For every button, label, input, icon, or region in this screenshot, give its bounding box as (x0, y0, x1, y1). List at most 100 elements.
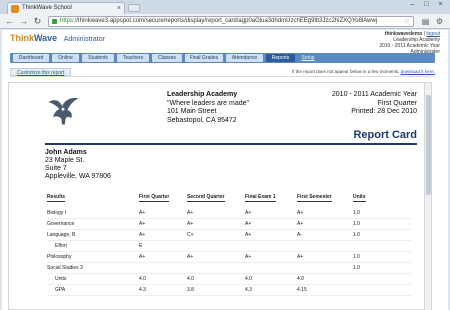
wrench-icon[interactable]: ⚙ (434, 16, 445, 27)
term-quarter: First Quarter (377, 99, 417, 107)
star-icon[interactable]: ☆ (404, 17, 410, 26)
user-info: thinkwavedemo | logout Leadership Academ… (379, 31, 440, 55)
grade-cell-exam: A+ (245, 232, 252, 238)
nav-teachers[interactable]: Teachers (117, 54, 149, 62)
customize-report-button[interactable]: Customize this report (10, 68, 72, 76)
col-first-quarter: First Quarter (139, 194, 170, 202)
grade-cell-exam: A+ (245, 221, 252, 227)
grade-cell-sem: A+ (297, 210, 304, 216)
grade-cell-sem: 4.15 (297, 287, 307, 293)
grade-cell-q2: A+ (187, 221, 194, 227)
grade-cell-units: 1.0 (353, 232, 360, 238)
col-final-exam: Final Exam 1 (245, 194, 276, 202)
nav-setup[interactable]: Setup (298, 54, 318, 62)
title-divider (45, 143, 417, 145)
main-nav: Dashboard Online Students Teachers Class… (10, 53, 435, 63)
tab-close-icon[interactable]: × (117, 3, 121, 14)
grade-cell-exam: 4.0 (245, 276, 252, 282)
col-results: Results (47, 194, 66, 202)
row-label: Biology I (47, 210, 67, 216)
lock-icon (52, 19, 57, 24)
student-address-line1: 23 Maple St. (45, 157, 85, 164)
download-link[interactable]: download it here. (401, 69, 435, 74)
table-row: Biology I A+ A+ A+ A+ 1.0 (47, 208, 411, 219)
printed-date: Printed: 28 Dec 2010 (351, 108, 417, 115)
maximize-icon[interactable]: □ (420, 0, 433, 10)
grade-cell-q2: 4.0 (187, 276, 194, 282)
grade-cell-units: 1.0 (353, 265, 360, 271)
grade-cell-q1: A+ (139, 221, 146, 227)
table-row: Units 4.0 4.0 4.0 4.0 (47, 274, 411, 285)
table-row: Effort E (47, 241, 411, 252)
logo-think: Think (10, 33, 34, 43)
web-page: ThinkWave Administrator thinkwavedemo | … (2, 30, 448, 310)
row-label: Units (55, 276, 67, 282)
student-address-line2: Suite 7 (45, 165, 67, 172)
tab-title: ThinkWave School (22, 5, 72, 11)
grade-cell-q1: A+ (139, 254, 146, 260)
grade-cell-units: 1.0 (353, 210, 360, 216)
nav-reports[interactable]: Reports (266, 54, 295, 62)
col-units: Units (353, 194, 366, 202)
report-toolbar: Customize this report If the report does… (10, 68, 435, 77)
school-name: Leadership Academy (167, 91, 238, 98)
page-menu-icon[interactable]: ▤ (420, 16, 431, 27)
grade-cell-q1: A+ (139, 232, 146, 238)
row-label: Social Studies 3 (47, 265, 83, 271)
reload-icon[interactable]: ↻ (32, 16, 43, 27)
grade-cell-exam: 4.3 (245, 287, 252, 293)
minimize-icon[interactable]: – (406, 0, 419, 10)
grade-cell-sem: 4.0 (297, 276, 304, 282)
grade-cell-sem: A+ (297, 254, 304, 260)
app-header: ThinkWave Administrator thinkwavedemo | … (2, 30, 448, 55)
back-arrow-icon[interactable]: ← (4, 16, 15, 27)
report-scrollbar[interactable] (424, 83, 431, 310)
col-second-quarter: Second Quarter (187, 194, 225, 202)
browser-tab[interactable]: ThinkWave School × (7, 2, 125, 14)
nav-online[interactable]: Online (52, 54, 79, 62)
grades-header-row: Results First Quarter Second Quarter Fin… (47, 194, 411, 203)
nav-classes[interactable]: Classes (152, 54, 182, 62)
notice-text: If the report does not appear below in a… (291, 69, 401, 74)
browser-window: ThinkWave School × – □ × ← → ↻ https://t… (0, 0, 450, 310)
browser-toolbar: ← → ↻ https://thinkwave3.appspot.com/sec… (0, 14, 450, 29)
nav-attendance[interactable]: Attendance (226, 54, 263, 62)
grades-table: Results First Quarter Second Quarter Fin… (47, 194, 411, 296)
grade-cell-q2: 3.8 (187, 287, 194, 293)
school-info: Leadership Academy "Where leaders are ma… (167, 91, 249, 125)
row-label: GPA (55, 287, 66, 293)
grade-cell-exam: A+ (245, 254, 252, 260)
term-year: 2010 - 2011 Academic Year (331, 91, 417, 98)
table-row: GPA 4.3 3.8 4.3 4.15 (47, 285, 411, 296)
nav-final-grades[interactable]: Final Grades (185, 54, 223, 62)
address-bar[interactable]: https://thinkwave3.appspot.com/secure/re… (48, 16, 414, 27)
grade-cell-q2: A+ (187, 254, 194, 260)
col-first-semester: First Semester (297, 194, 332, 202)
logo-wave: Wave (34, 33, 58, 43)
grade-cell-exam: A+ (245, 210, 252, 216)
report-title: Report Card (353, 129, 417, 141)
eagle-logo-icon (48, 97, 79, 125)
nav-students[interactable]: Students (82, 54, 114, 62)
forward-arrow-icon[interactable]: → (18, 16, 29, 27)
app-logo[interactable]: ThinkWave Administrator (10, 33, 105, 43)
grade-cell-q1: 4.0 (139, 276, 146, 282)
url-text: ://thinkwave3.appspot.com/secure/reports… (73, 18, 378, 24)
grade-cell-units: 1.0 (353, 254, 360, 260)
table-row: Language, B A+ C+ A+ A- 1.0 (47, 230, 411, 241)
table-row: Social Studies 3 1.0 (47, 263, 411, 274)
window-close-icon[interactable]: × (434, 0, 447, 10)
grade-cell-sem: A- (297, 232, 302, 238)
row-label: Effort (55, 243, 67, 249)
grades-body: Biology I A+ A+ A+ A+ 1.0 Governance A+ A+ A+ A+ 1.… (47, 208, 411, 296)
scrollbar-thumb[interactable] (426, 95, 431, 195)
report-card-frame: Leadership Academy "Where leaders are ma… (8, 82, 432, 310)
table-row: Governance A+ A+ A+ A+ 1.0 (47, 219, 411, 230)
row-label: Philosophy (47, 254, 72, 260)
school-street: 101 Main Street (167, 108, 217, 115)
row-label: Language, B (47, 232, 76, 238)
school-motto: "Where leaders are made" (167, 99, 250, 107)
new-tab-button[interactable] (128, 4, 140, 12)
row-label: Governance (47, 221, 75, 227)
nav-dashboard[interactable]: Dashboard (13, 54, 49, 62)
